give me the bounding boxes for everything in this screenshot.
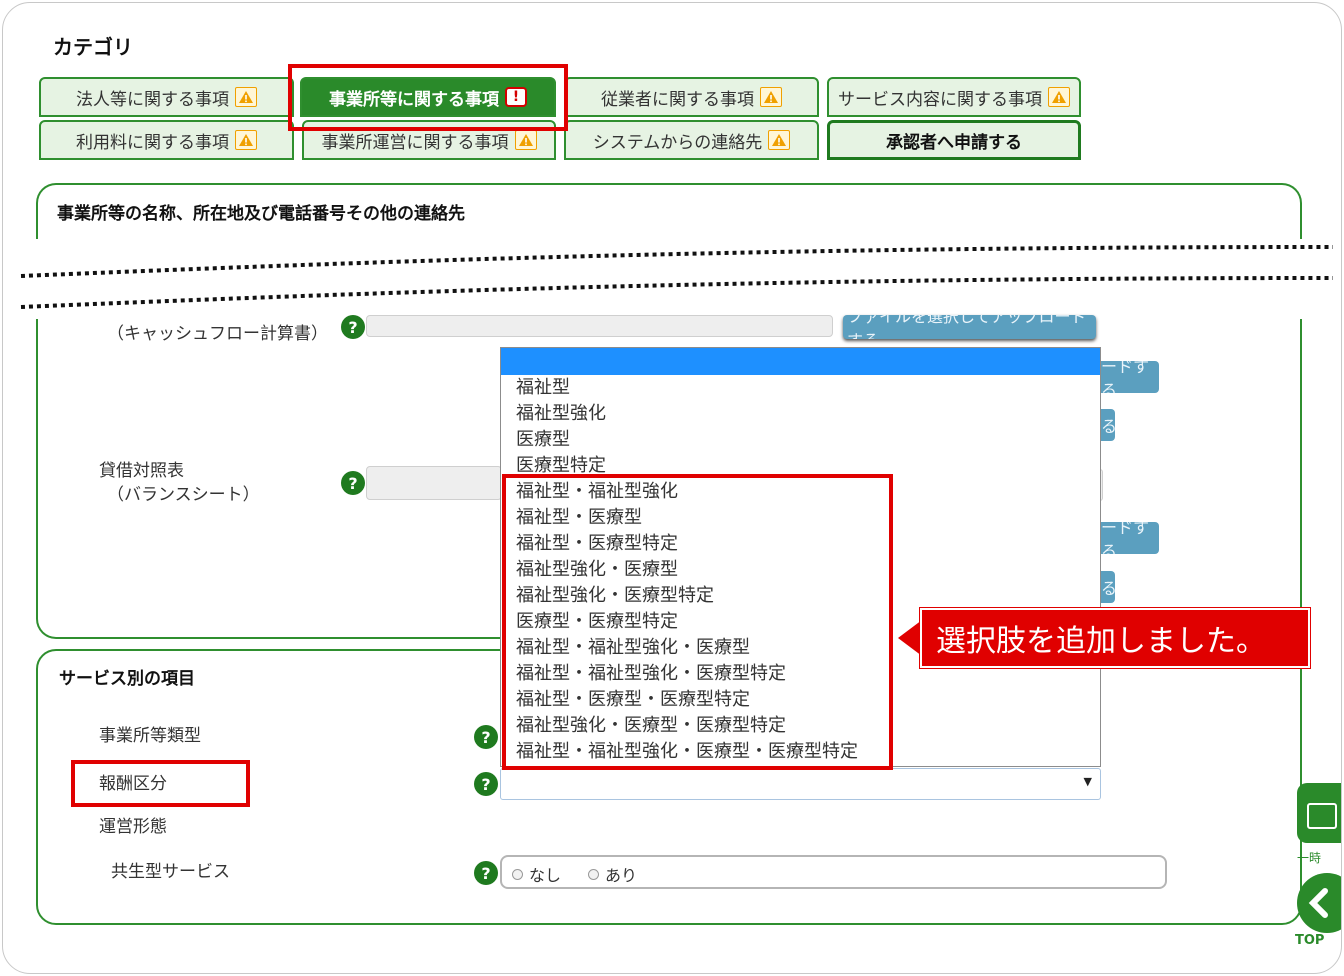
tab-label: 従業者に関する事項 — [601, 89, 754, 110]
dropdown-option[interactable]: 福祉型強化 — [501, 401, 1100, 427]
operation-form-label: 運営形態 — [99, 817, 167, 837]
added-options-highlight — [502, 474, 893, 770]
callout-pointer — [898, 620, 922, 656]
tab-label: 事業所運営に関する事項 — [321, 132, 509, 153]
omission-dotted-lines — [20, 245, 1334, 309]
warning-icon — [768, 130, 791, 150]
tab-system-contact[interactable]: システムからの連絡先 — [564, 120, 819, 160]
fee-category-select[interactable]: ▼ — [500, 768, 1101, 800]
category-title: カテゴリ — [53, 35, 133, 59]
top-label: TOP — [1295, 933, 1325, 948]
cashflow-file-field[interactable] — [366, 315, 833, 337]
balance-sheet-file-field[interactable] — [366, 466, 502, 500]
help-icon[interactable]: ? — [474, 861, 498, 885]
tab-fees[interactable]: 利用料に関する事項 — [39, 120, 294, 160]
screenshot-frame: カテゴリ 法人等に関する事項 事業所等に関する事項 ! 従業者に関する事項 サー… — [2, 2, 1342, 974]
warning-icon — [235, 87, 257, 107]
chevron-up-icon — [1308, 888, 1328, 918]
shared-service-label: 共生型サービス — [111, 862, 230, 882]
shared-service-radio-group: なし あり — [500, 855, 1167, 889]
radio-none-label: なし — [529, 866, 562, 885]
warning-icon — [1048, 87, 1070, 107]
tab-corporation[interactable]: 法人等に関する事項 — [39, 77, 294, 117]
cashflow-upload-button[interactable]: ファイルを選択してアップロードする — [843, 315, 1096, 339]
active-tab-highlight — [288, 64, 568, 131]
save-icon — [1307, 803, 1337, 829]
radio-circle-icon — [588, 868, 599, 880]
chevron-down-icon: ▼ — [1083, 775, 1092, 788]
dropdown-option-blank[interactable] — [501, 348, 1100, 375]
dropdown-option[interactable]: 医療型 — [501, 427, 1100, 453]
contact-section-title: 事業所等の名称、所在地及び電話番号その他の連絡先 — [57, 204, 465, 224]
balance-sheet-sublabel: （バランスシート） — [107, 485, 260, 505]
help-icon[interactable]: ? — [474, 772, 498, 796]
upload-button-label: ードする — [1101, 522, 1150, 554]
apply-label: 承認者へ申請する — [886, 132, 1022, 153]
warning-icon — [235, 130, 257, 150]
radio-yes[interactable]: あり — [588, 862, 637, 886]
help-icon[interactable]: ? — [341, 315, 365, 339]
tab-label: サービス内容に関する事項 — [838, 89, 1042, 110]
delete-button-label: る — [1101, 413, 1115, 437]
radio-yes-label: あり — [605, 866, 638, 885]
warning-icon — [514, 130, 537, 150]
radio-circle-icon — [512, 868, 523, 880]
tab-staff[interactable]: 従業者に関する事項 — [564, 77, 819, 117]
tab-label: システムからの連絡先 — [592, 132, 763, 153]
fee-category-highlight — [71, 760, 250, 807]
tab-service-content[interactable]: サービス内容に関する事項 — [827, 77, 1081, 117]
service-section-title: サービス別の項目 — [59, 669, 195, 689]
upload-button-partial[interactable]: ードする — [1097, 522, 1159, 554]
help-icon[interactable]: ? — [341, 471, 365, 495]
temp-save-label: 一時 — [1297, 851, 1322, 865]
cashflow-label: （キャッシュフロー計算書） — [107, 324, 328, 344]
tab-label: 利用料に関する事項 — [76, 132, 229, 153]
callout-text: 選択肢を追加しました。 — [936, 624, 1266, 659]
warning-icon — [760, 87, 782, 107]
office-type-label: 事業所等類型 — [99, 726, 201, 746]
upload-button-label: ファイルを選択してアップロードする — [847, 315, 1087, 339]
tab-label: 法人等に関する事項 — [76, 89, 229, 110]
upload-button-label: ードする — [1101, 361, 1150, 393]
help-icon[interactable]: ? — [474, 725, 498, 749]
balance-sheet-label: 貸借対照表 — [99, 461, 184, 481]
radio-none[interactable]: なし — [512, 862, 561, 886]
dropdown-option[interactable]: 福祉型 — [501, 375, 1100, 401]
apply-to-approver-button[interactable]: 承認者へ申請する — [827, 120, 1081, 160]
back-to-top-button[interactable] — [1297, 873, 1341, 933]
upload-button-partial[interactable]: ードする — [1097, 361, 1159, 393]
added-options-callout: 選択肢を追加しました。 — [920, 608, 1310, 668]
delete-button-label: る — [1101, 575, 1115, 599]
